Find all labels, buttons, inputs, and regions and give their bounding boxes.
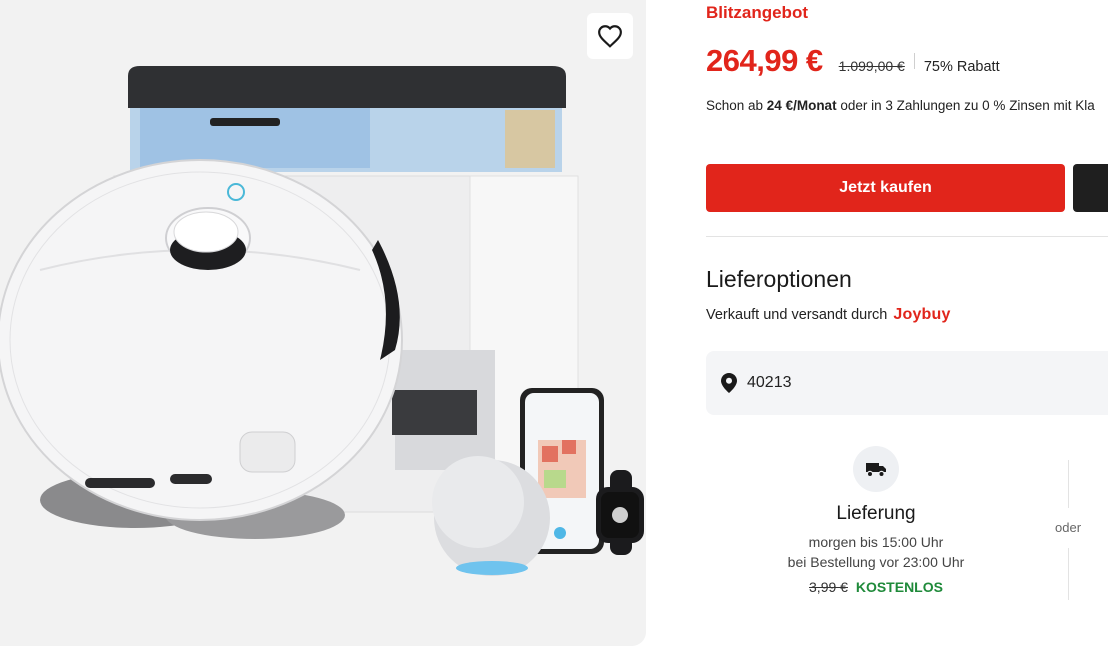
delivery-options-title: Lieferoptionen [706, 266, 852, 292]
heart-icon [598, 25, 622, 48]
truck-icon [853, 446, 899, 492]
wishlist-button[interactable] [587, 13, 633, 59]
current-price: 264,99 € [706, 43, 823, 78]
flash-sale-label: Blitzangebot [706, 3, 808, 22]
zip-code-value: 40213 [747, 374, 792, 391]
seller-info: Verkauft und versandt durch Joybuy [706, 306, 951, 324]
or-label: oder [1055, 520, 1082, 535]
add-to-cart-button[interactable] [1073, 164, 1108, 212]
price-divider [913, 53, 915, 69]
original-price: 1.099,00 € [838, 58, 905, 74]
option-divider-bottom [1068, 548, 1069, 600]
discount-label: 75% Rabatt [923, 59, 1000, 75]
delivery-free-label: KOSTENLOS [855, 579, 943, 595]
delivery-old-fee: 3,99 € [809, 579, 848, 595]
map-pin-icon [721, 373, 737, 393]
installment-amount: 24 €/Monat [766, 98, 837, 113]
option-divider-top [1068, 460, 1069, 508]
installment-suffix: oder in 3 Zahlungen zu 0 % Zinsen mit Kl… [836, 98, 1095, 113]
delivery-option-card[interactable]: Lieferung morgen bis 15:00 Uhr bei Beste… [706, 446, 1046, 595]
section-divider [706, 236, 1108, 237]
product-gallery[interactable] [0, 0, 646, 646]
price-row: 264,99 € 1.099,00 € 75% Rabatt [706, 43, 1000, 79]
zip-code-selector[interactable]: 40213 [706, 351, 1108, 415]
buy-now-button[interactable]: Jetzt kaufen [706, 164, 1065, 212]
installment-prefix: Schon ab [706, 98, 767, 113]
seller-brand-logo[interactable]: Joybuy [893, 306, 950, 324]
delivery-time: morgen bis 15:00 Uhr [808, 534, 944, 550]
order-cutoff: bei Bestellung vor 23:00 Uhr [787, 554, 965, 570]
installment-info: Schon ab 24 €/Monat oder in 3 Zahlungen … [706, 98, 1095, 113]
delivery-fee: 3,99 € KOSTENLOS [706, 579, 1046, 595]
product-image [0, 66, 644, 576]
delivery-option-title: Lieferung [836, 503, 916, 524]
seller-text: Verkauft und versandt durch [706, 307, 888, 323]
